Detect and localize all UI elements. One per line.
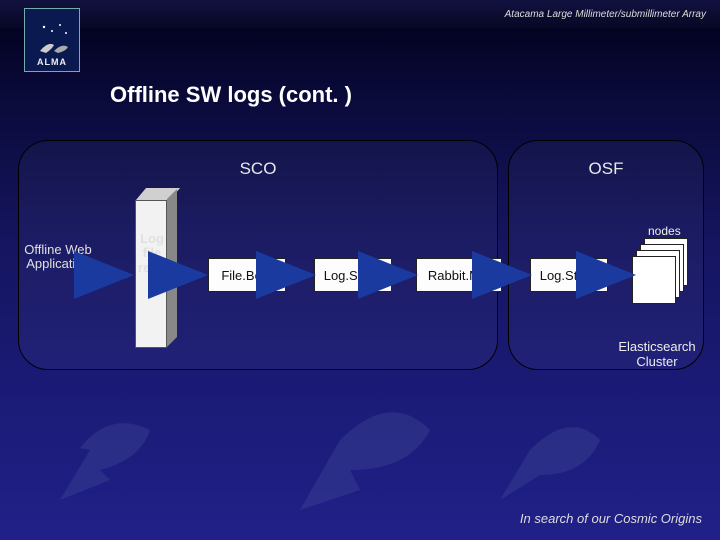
antenna-icon bbox=[20, 370, 180, 510]
antenna-icon bbox=[240, 350, 440, 520]
alma-logo-label: ALMA bbox=[37, 57, 67, 67]
alma-logo-icon bbox=[32, 19, 72, 55]
slide-title: Offline SW logs (cont. ) bbox=[110, 82, 352, 108]
header-bar: Atacama Large Millimeter/submillimeter A… bbox=[0, 0, 720, 28]
footer-tagline: In search of our Cosmic Origins bbox=[520, 511, 702, 526]
alma-logo: ALMA bbox=[24, 8, 80, 72]
antenna-icon bbox=[460, 380, 610, 510]
flow-arrows bbox=[0, 140, 720, 380]
header-org: Atacama Large Millimeter/submillimeter A… bbox=[505, 9, 706, 20]
